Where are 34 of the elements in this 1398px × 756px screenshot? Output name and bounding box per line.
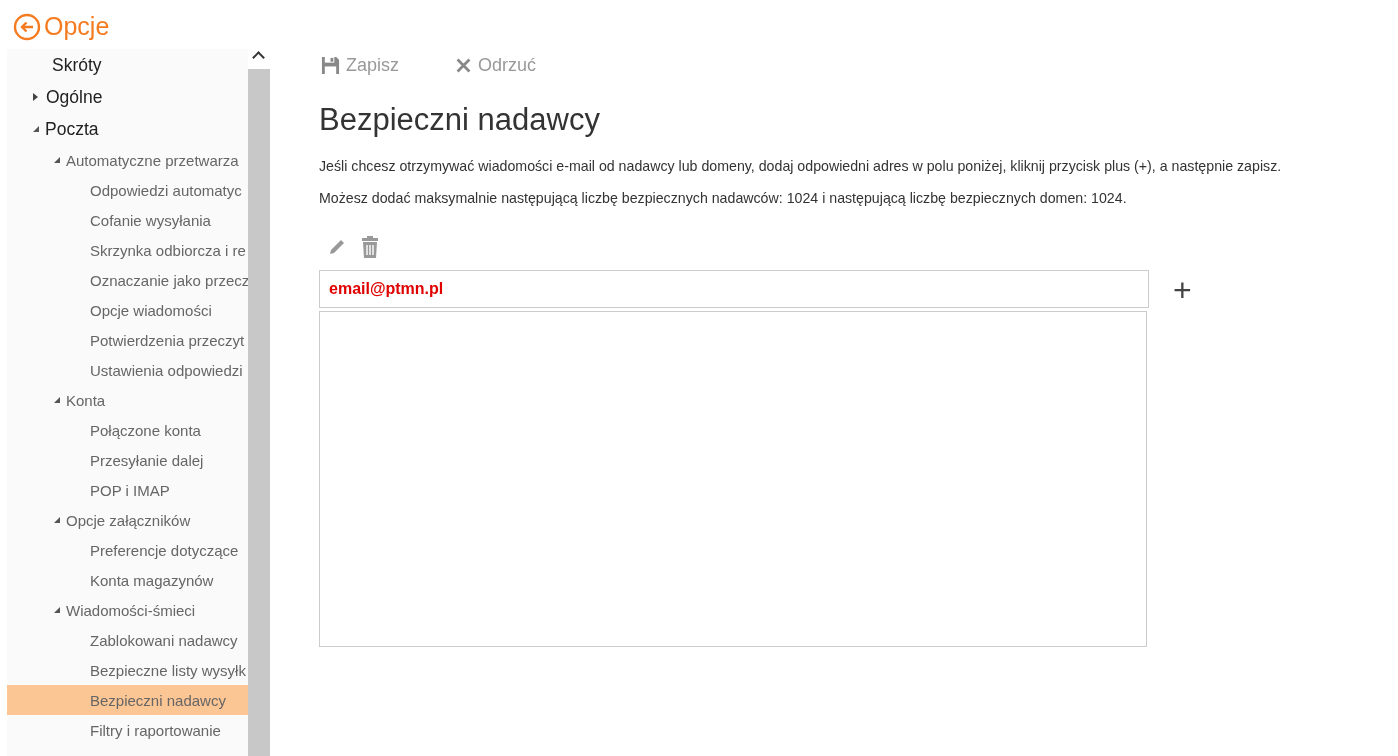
sidebar-item[interactable]: Bezpieczne listy wysyłk bbox=[7, 655, 248, 685]
add-button[interactable]: + bbox=[1167, 270, 1198, 310]
sidebar-item[interactable]: Odpowiedzi automatyc bbox=[7, 175, 248, 205]
sidebar-item[interactable]: Opcje załączników bbox=[7, 505, 248, 535]
sidebar-item[interactable]: Skróty bbox=[7, 49, 248, 81]
trash-icon[interactable] bbox=[361, 236, 379, 258]
sidebar-item[interactable]: Automatyczne przetwarza bbox=[7, 145, 248, 175]
sidebar-item[interactable]: Preferencje dotyczące bbox=[7, 535, 248, 565]
sidebar-item[interactable]: Filtry i raportowanie bbox=[7, 715, 248, 745]
sidebar-item[interactable]: Oznaczanie jako przecz bbox=[7, 265, 248, 295]
discard-button[interactable]: Odrzuć bbox=[453, 51, 539, 80]
email-input-field[interactable]: email@ptmn.pl bbox=[319, 270, 1149, 308]
description-text: Jeśli chcesz otrzymywać wiadomości e-mail od nadawcy lub domeny, dodaj odpowiedni adres w polu poniżej, kliknij przycisk plus (+), a następnie zapisz. bbox=[319, 158, 1283, 174]
sidebar-item[interactable]: Zablokowani nadawcy bbox=[7, 625, 248, 655]
pencil-icon[interactable] bbox=[327, 237, 347, 257]
sidebar-item[interactable]: Skrzynka odbiorcza i re bbox=[7, 235, 248, 265]
section-title: Bezpieczni nadawcy bbox=[319, 102, 601, 138]
scrollbar[interactable] bbox=[248, 49, 270, 756]
sidebar-item[interactable]: Konta bbox=[7, 385, 248, 415]
sidebar-item[interactable]: Ustawienia odpowiedzi bbox=[7, 355, 248, 385]
sidebar-item[interactable]: Potwierdzenia przeczyt bbox=[7, 325, 248, 355]
sidebar-item[interactable]: Bezpieczni nadawcy bbox=[7, 685, 248, 715]
sidebar-item[interactable]: Połączone konta bbox=[7, 415, 248, 445]
sidebar-item[interactable]: Opcje wiadomości bbox=[7, 295, 248, 325]
sidebar-item[interactable]: POP i IMAP bbox=[7, 475, 248, 505]
page-heading: Opcje bbox=[44, 12, 110, 41]
sidebar-item[interactable]: Wiadomości-śmieci bbox=[7, 595, 248, 625]
sidebar-item[interactable]: Cofanie wysyłania bbox=[7, 205, 248, 235]
sidebar-item[interactable]: Ogólne bbox=[7, 81, 248, 113]
sidebar-item[interactable]: Konta magazynów bbox=[7, 565, 248, 595]
close-icon bbox=[455, 57, 472, 74]
description-text: Możesz dodać maksymalnie następującą liczbę bezpiecznych nadawców: 1024 i następującą liczbę bezpiecznych domen: 1024. bbox=[319, 190, 1128, 206]
sidebar-item[interactable]: Przesyłanie dalej bbox=[7, 445, 248, 475]
sidebar-item[interactable]: Poczta bbox=[7, 113, 248, 145]
